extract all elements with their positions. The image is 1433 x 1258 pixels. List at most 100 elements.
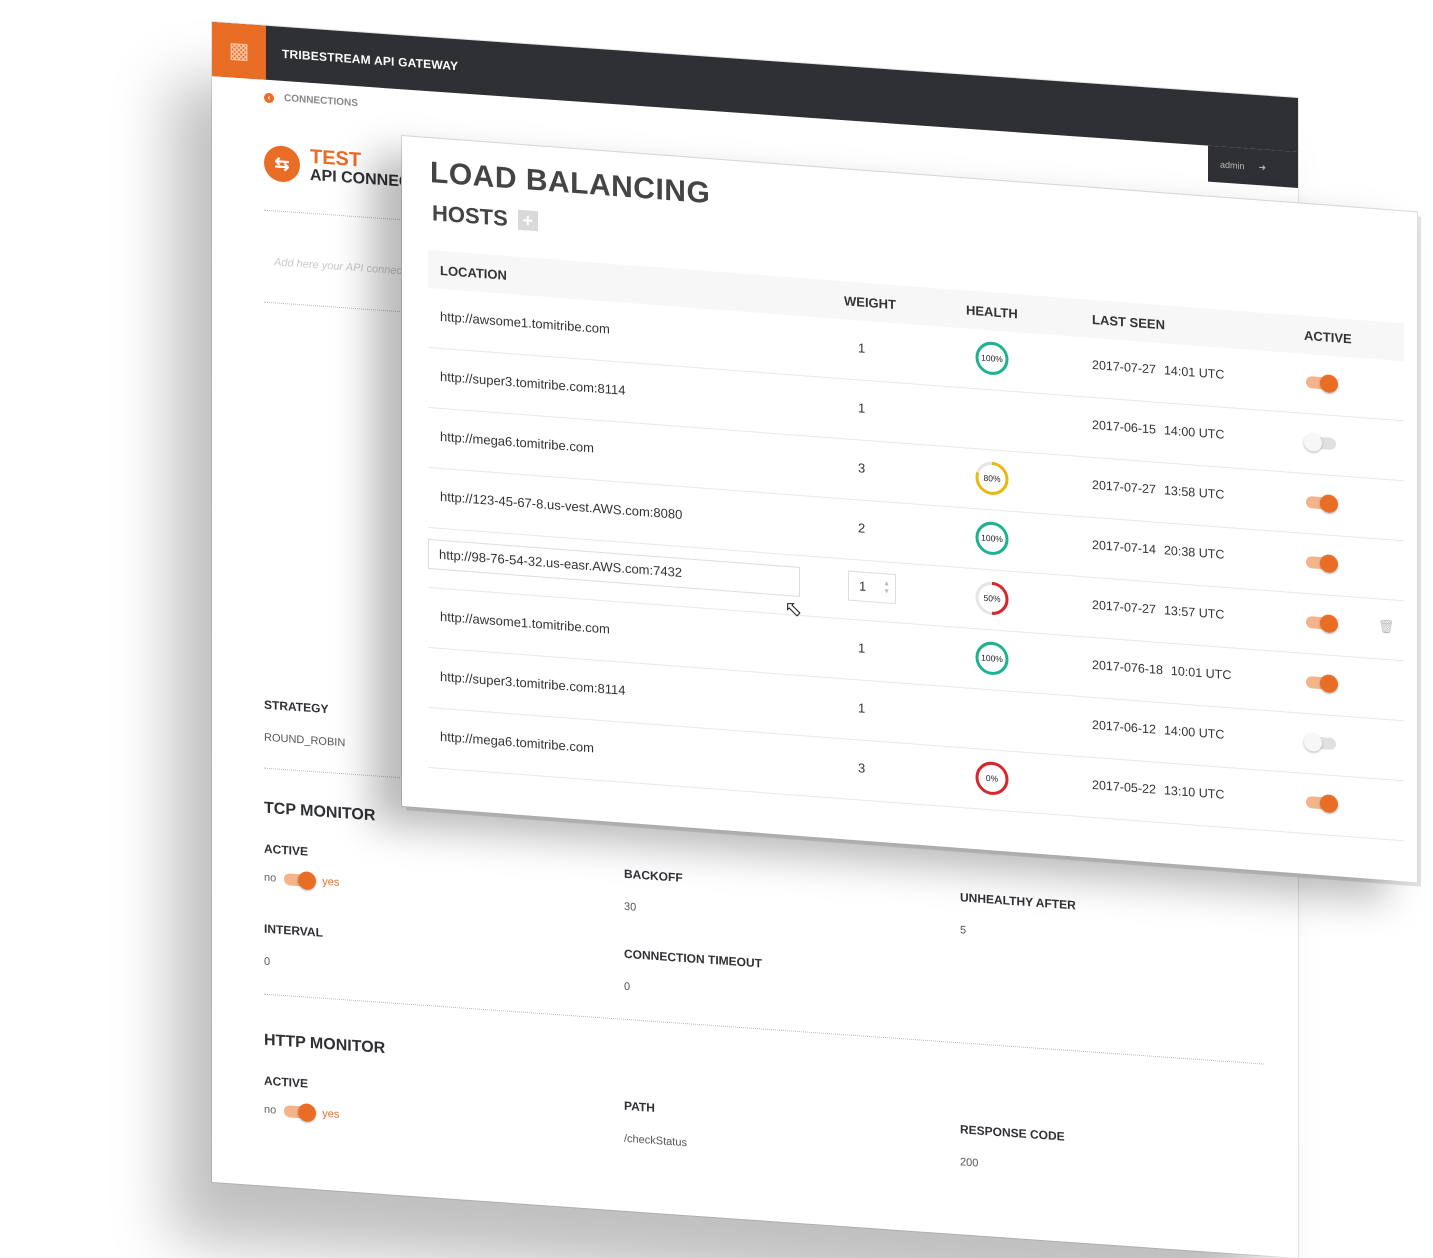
http-active-label: ACTIVE — [264, 1073, 309, 1091]
switch-knob — [1304, 732, 1322, 753]
switch-knob — [1320, 494, 1338, 514]
host-active-switch[interactable] — [1306, 794, 1338, 814]
app-logo-icon[interactable]: ▩ — [212, 22, 266, 80]
host-weight[interactable]: 1 — [858, 640, 865, 656]
path-value[interactable]: /checkStatus — [624, 1133, 687, 1149]
health-ring: 100% — [974, 639, 1010, 678]
host-weight[interactable]: 1 — [858, 700, 865, 716]
connection-timeout-value[interactable]: 0 — [624, 981, 630, 993]
backoff-label: BACKOFF — [624, 866, 683, 885]
host-active-switch[interactable] — [1304, 732, 1336, 753]
toggle-yes-label: yes — [322, 1107, 340, 1121]
add-host-button[interactable]: + — [517, 209, 538, 232]
connection-header: ⇆ TEST API CONNEC — [264, 144, 410, 192]
host-location[interactable]: http://mega6.tomitribe.com — [440, 429, 594, 456]
connection-timeout-label: CONNECTION TIMEOUT — [624, 946, 762, 971]
health-ring: 0% — [974, 759, 1010, 798]
host-active-switch[interactable] — [1306, 614, 1338, 634]
description-field[interactable]: Add here your API connecti — [274, 256, 408, 277]
backoff-value[interactable]: 30 — [624, 901, 636, 914]
last-seen-time: 13:10 UTC — [1163, 783, 1225, 802]
trash-icon[interactable]: 🗑 — [1378, 618, 1395, 635]
last-seen-date: 2017-06-15 — [1092, 417, 1156, 437]
last-seen-time: 10:01 UTC — [1170, 663, 1232, 683]
stepper-arrows-icon[interactable]: ▲ ▼ — [883, 580, 890, 597]
host-last-seen: 2017-07-27 13:57 UTC — [1092, 598, 1224, 622]
host-active-switch[interactable] — [1306, 554, 1338, 574]
host-location[interactable]: http://mega6.tomitribe.com — [440, 729, 594, 756]
switch-knob — [1304, 432, 1322, 453]
switch-knob — [298, 1103, 317, 1123]
host-location[interactable]: http://super3.tomitribe.com:8114 — [440, 669, 625, 698]
host-weight[interactable]: 1 — [858, 400, 865, 416]
host-weight[interactable]: 3 — [858, 760, 865, 776]
last-seen-date: 2017-07-27 — [1092, 357, 1156, 377]
host-weight[interactable]: 2 — [858, 520, 865, 536]
toggle-no-label: no — [264, 1103, 277, 1117]
unhealthy-after-value[interactable]: 5 — [960, 924, 966, 936]
column-weight[interactable]: WEIGHT — [844, 293, 896, 312]
host-weight[interactable]: 3 — [858, 460, 865, 476]
last-seen-time: 14:01 UTC — [1163, 363, 1225, 382]
host-last-seen: 2017-076-18 10:01 UTC — [1092, 658, 1231, 682]
host-weight-stepper[interactable]: 1 ▲ ▼ — [848, 570, 896, 605]
app-title: TRIBESTREAM API GATEWAY — [282, 46, 459, 74]
host-last-seen: 2017-05-22 13:10 UTC — [1092, 778, 1224, 802]
http-active-switch[interactable] — [284, 1103, 317, 1123]
http-active-toggle[interactable]: no yes — [264, 1103, 340, 1123]
tcp-active-toggle[interactable]: no yes — [264, 871, 340, 891]
toggle-yes-label: yes — [322, 875, 340, 889]
interval-value[interactable]: 0 — [264, 956, 270, 968]
strategy-value[interactable]: ROUND_ROBIN — [264, 732, 345, 750]
health-percent: 0% — [985, 772, 999, 784]
user-menu[interactable]: admin ➜ — [1208, 145, 1298, 188]
health-ring — [974, 699, 1010, 738]
host-active-switch[interactable] — [1306, 674, 1338, 694]
breadcrumb-connections[interactable]: CONNECTIONS — [284, 93, 358, 109]
http-monitor-title: HTTP MONITOR — [264, 1031, 386, 1058]
logout-icon[interactable]: ➜ — [1259, 162, 1267, 174]
host-location[interactable]: http://super3.tomitribe.com:8114 — [440, 369, 625, 398]
last-seen-time: 13:57 UTC — [1163, 603, 1225, 622]
path-label: PATH — [624, 1098, 655, 1115]
host-location[interactable]: http://awsome1.tomitribe.com — [440, 309, 610, 337]
back-chevron-icon[interactable]: ‹ — [264, 92, 274, 103]
health-ring: 100% — [974, 339, 1010, 378]
health-ring: 100% — [974, 519, 1010, 558]
host-active-switch[interactable] — [1304, 432, 1336, 453]
tcp-active-label: ACTIVE — [264, 841, 309, 859]
response-code-value[interactable]: 200 — [960, 1156, 978, 1169]
breadcrumb[interactable]: ‹ CONNECTIONS — [264, 92, 358, 109]
strategy-label: STRATEGY — [264, 697, 329, 717]
column-location[interactable]: LOCATION — [440, 263, 507, 283]
switch-knob — [1320, 794, 1338, 814]
switch-knob — [1320, 674, 1338, 694]
last-seen-date: 2017-05-22 — [1092, 777, 1156, 797]
interval-label: INTERVAL — [264, 921, 323, 940]
health-percent: 100% — [981, 532, 1003, 545]
host-location[interactable]: http://awsome1.tomitribe.com — [440, 609, 610, 637]
host-last-seen: 2017-07-27 13:58 UTC — [1092, 478, 1224, 502]
host-last-seen: 2017-07-14 20:38 UTC — [1092, 538, 1224, 562]
response-code-label: RESPONSE CODE — [960, 1122, 1065, 1144]
column-active[interactable]: ACTIVE — [1304, 328, 1352, 347]
hosts-header: HOSTS + — [432, 200, 538, 234]
hosts-title: HOSTS — [432, 200, 508, 231]
last-seen-time: 13:58 UTC — [1163, 483, 1225, 502]
last-seen-date: 2017-076-18 — [1092, 657, 1163, 678]
health-percent: 100% — [981, 352, 1003, 365]
host-active-switch[interactable] — [1306, 374, 1338, 394]
host-location[interactable]: http://123-45-67-8.us-vest.AWS.com:8080 — [440, 489, 682, 522]
load-balancing-panel: LOAD BALANCING HOSTS + LOCATION WEIGHT H… — [402, 136, 1417, 883]
host-active-switch[interactable] — [1306, 494, 1338, 514]
column-last-seen[interactable]: LAST SEEN — [1092, 312, 1165, 332]
host-weight[interactable]: 1 — [858, 340, 865, 356]
last-seen-time: 14:00 UTC — [1163, 423, 1225, 442]
weight-value: 1 — [859, 578, 867, 594]
health-percent: 50% — [983, 592, 1001, 605]
switch-knob — [298, 871, 317, 891]
last-seen-date: 2017-06-12 — [1092, 717, 1156, 737]
column-health[interactable]: HEALTH — [966, 302, 1018, 321]
host-last-seen: 2017-07-27 14:01 UTC — [1092, 358, 1224, 382]
tcp-active-switch[interactable] — [284, 871, 317, 891]
